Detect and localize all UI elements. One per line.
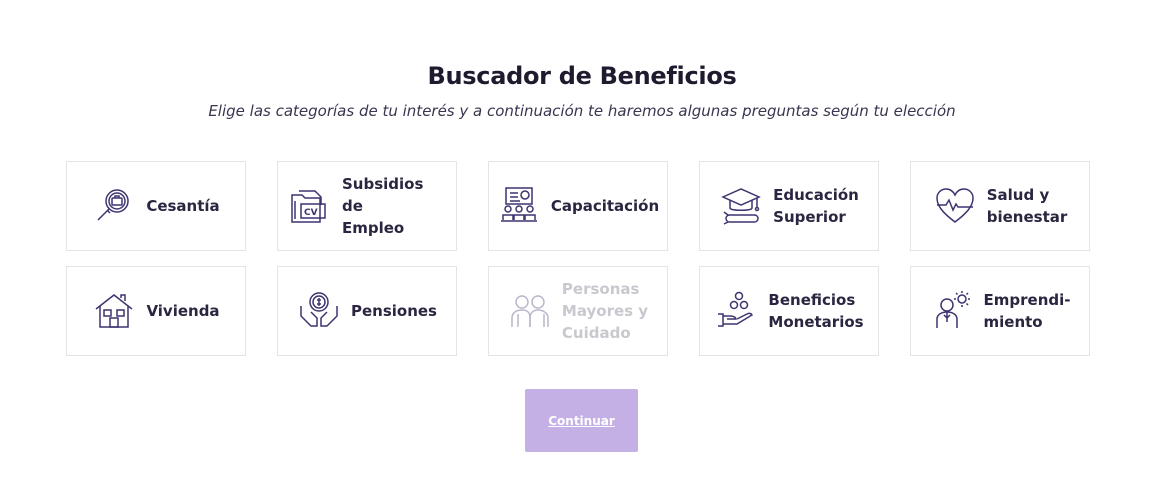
category-card-pensiones[interactable]: Pensiones — [277, 266, 457, 356]
cv-folder-icon: CV — [288, 184, 332, 228]
page-title: Buscador de Beneficios — [427, 62, 737, 90]
category-label: Subsidios de Empleo — [342, 175, 424, 237]
category-label: Educación Superior — [773, 186, 859, 226]
category-label: Cesantía — [146, 197, 220, 215]
category-label: Salud y bienestar — [986, 186, 1068, 226]
category-card-educacion-superior[interactable]: Educación Superior — [699, 161, 879, 251]
page-subtitle: Elige las categorías de tu interés y a c… — [208, 102, 956, 120]
elderly-couple-icon — [508, 289, 552, 333]
category-label: Personas Mayores y Cuidado — [561, 280, 649, 342]
category-label: Pensiones — [350, 302, 437, 320]
graduation-cap-icon — [719, 184, 763, 228]
entrepreneur-icon — [930, 289, 974, 333]
house-icon — [92, 289, 136, 333]
category-card-cesantia[interactable]: Cesantía — [66, 161, 246, 251]
category-card-capacitacion[interactable]: Capacitación — [488, 161, 668, 251]
category-card-beneficios-monetarios[interactable]: Beneficios Monetarios — [699, 266, 879, 356]
heart-pulse-icon — [933, 184, 977, 228]
category-label: Beneficios Monetarios — [768, 291, 864, 331]
category-label: Vivienda — [146, 302, 220, 320]
job-search-icon — [92, 184, 136, 228]
category-grid: Cesantía CV Subsidios de Empleo Capacita… — [66, 161, 1090, 356]
category-card-emprendimiento[interactable]: Emprendi- miento — [910, 266, 1090, 356]
category-label: Capacitación — [550, 197, 660, 215]
training-icon — [497, 184, 541, 228]
continue-button[interactable]: Continuar — [525, 389, 638, 452]
hand-coins-icon — [714, 289, 758, 333]
hands-coin-icon — [297, 289, 341, 333]
category-card-salud-y-bienestar[interactable]: Salud y bienestar — [910, 161, 1090, 251]
category-card-personas-mayores: Personas Mayores y Cuidado — [488, 266, 668, 356]
category-card-subsidios-de-empleo[interactable]: CV Subsidios de Empleo — [277, 161, 457, 251]
category-card-vivienda[interactable]: Vivienda — [66, 266, 246, 356]
category-label: Emprendi- miento — [983, 291, 1071, 331]
svg-text:CV: CV — [304, 208, 318, 218]
